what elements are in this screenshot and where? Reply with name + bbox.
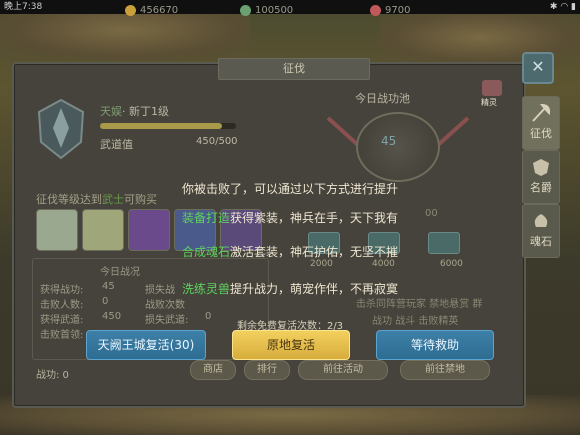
revive-in-city-button[interactable]: 天阙王城复活(30) [86, 330, 206, 360]
improve-option[interactable]: 洗练灵兽提升战力，萌宠作伴，不再寂寞 [0, 280, 580, 297]
improve-option[interactable]: 合成魂石激活套装，神石护佑，无坚不摧 [0, 243, 580, 260]
wait-for-rescue-button[interactable]: 等待救助 [376, 330, 494, 360]
clock: 晚上7:38 [4, 2, 43, 12]
defeat-message: 你被击败了，可以通过以下方式进行提升 [181, 182, 398, 196]
status-icons: ✱ ◠ ▮ [549, 2, 576, 12]
option-highlight[interactable]: 洗练灵兽 [182, 282, 230, 296]
option-text: 获得紫装，神兵在手，天下我有 [230, 211, 399, 225]
option-text: 激活套装，神石护佑，无坚不摧 [230, 245, 399, 259]
option-text: 提升战力，萌宠作伴，不再寂寞 [230, 282, 399, 296]
option-highlight[interactable]: 合成魂石 [182, 245, 230, 259]
improve-option[interactable]: 装备打造获得紫装，神兵在手，天下我有 [0, 209, 580, 226]
revive-here-button[interactable]: 原地复活 [232, 330, 350, 360]
option-highlight[interactable]: 装备打造 [182, 211, 230, 225]
